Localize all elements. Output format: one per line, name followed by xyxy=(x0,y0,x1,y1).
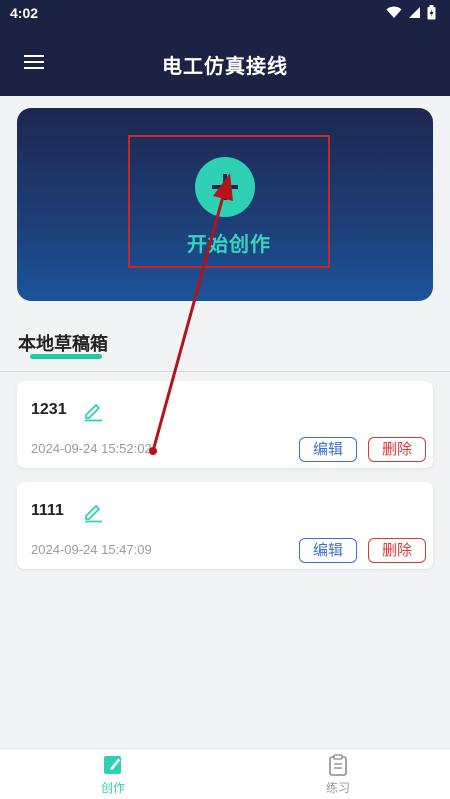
app-bar: 电工仿真接线 xyxy=(0,28,450,96)
top-header: 4:02 电工仿真接线 xyxy=(0,0,450,96)
drafts-title-underline xyxy=(30,354,102,359)
status-icons xyxy=(386,5,436,20)
draft-card[interactable]: 1111 2024-09-24 15:47:09 编辑 删除 xyxy=(17,482,433,569)
plus-icon xyxy=(212,174,238,200)
drafts-section-title: 本地草稿箱 xyxy=(18,334,108,355)
wifi-icon xyxy=(386,6,402,18)
nav-tab-create[interactable]: 创作 xyxy=(73,753,153,796)
nav-label: 创作 xyxy=(100,781,125,795)
status-time: 4:02 xyxy=(10,5,39,21)
page-title: 电工仿真接线 xyxy=(162,54,288,78)
delete-button[interactable]: 删除 xyxy=(368,437,426,462)
draft-card[interactable]: 1231 2024-09-24 15:52:02 编辑 删除 xyxy=(17,381,433,468)
start-create-button[interactable] xyxy=(195,157,255,217)
nav-tab-practice[interactable]: 练习 xyxy=(298,753,378,796)
clipboard-icon xyxy=(329,754,347,776)
draft-name: 1111 xyxy=(31,502,64,519)
edit-button[interactable]: 编辑 xyxy=(299,538,357,563)
draft-timestamp: 2024-09-24 15:52:02 xyxy=(31,441,152,456)
delete-button[interactable]: 删除 xyxy=(368,538,426,563)
bottom-nav: 创作 练习 xyxy=(0,748,450,799)
draft-timestamp: 2024-09-24 15:47:09 xyxy=(31,542,152,557)
battery-icon xyxy=(427,5,436,20)
section-divider xyxy=(0,371,450,372)
start-create-label[interactable]: 开始创作 xyxy=(128,228,330,257)
edit-button[interactable]: 编辑 xyxy=(299,437,357,462)
status-bar: 4:02 xyxy=(0,0,450,28)
rename-pencil-icon[interactable] xyxy=(81,499,105,523)
edit-icon xyxy=(104,756,122,774)
rename-pencil-icon[interactable] xyxy=(81,398,105,422)
draft-name: 1231 xyxy=(31,401,67,418)
signal-icon xyxy=(409,7,420,18)
nav-label: 练习 xyxy=(325,781,350,795)
